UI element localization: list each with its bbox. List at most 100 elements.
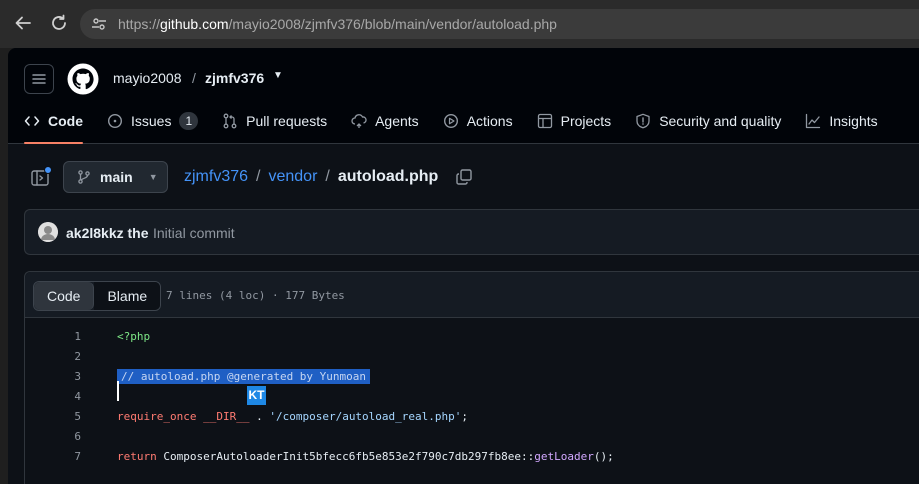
code-line: 4 xyxy=(25,387,919,407)
code-token: (); xyxy=(593,450,614,463)
repo-dropdown-caret-icon[interactable]: ▼ xyxy=(273,70,283,81)
branch-selector-button[interactable]: main ▼ xyxy=(63,161,168,193)
code-token: <?php xyxy=(117,330,151,343)
tab-actions[interactable]: Actions xyxy=(443,106,513,136)
tab-code-label: Code xyxy=(48,113,83,129)
url-text: https://github.com/mayio2008/zjmfv376/bl… xyxy=(118,16,557,32)
breadcrumb-separator: / xyxy=(325,168,330,185)
copy-path-button[interactable] xyxy=(455,168,473,186)
file-stats: 7 lines (4 loc) · 177 Bytes xyxy=(166,289,345,302)
repo-owner-link[interactable]: mayio2008 xyxy=(113,70,182,86)
tab-code[interactable]: Code xyxy=(24,106,83,144)
code-token: __DIR__ xyxy=(203,410,250,423)
tab-agents[interactable]: Agents xyxy=(351,106,419,136)
site-info-icon[interactable] xyxy=(90,15,108,33)
notification-dot xyxy=(44,166,52,174)
breadcrumb-repo-link[interactable]: zjmfv376 xyxy=(184,168,248,186)
tab-security[interactable]: Security and quality xyxy=(635,106,781,136)
tab-issues-label: Issues xyxy=(131,113,172,129)
hamburger-menu-button[interactable] xyxy=(24,64,54,94)
code-icon xyxy=(24,113,40,129)
issues-count-badge: 1 xyxy=(179,112,199,130)
file-viewer-header: Code Blame 7 lines (4 loc) · 177 Bytes xyxy=(25,272,919,318)
avatar[interactable] xyxy=(38,222,58,242)
repo-header: mayio2008 / zjmfv376 ▼ Code Issues 1 Pul… xyxy=(8,48,919,144)
tab-pull-requests[interactable]: Pull requests xyxy=(222,106,327,136)
latest-commit-box: ak2l8kkz the Initial commit xyxy=(24,209,919,255)
tab-pull-requests-label: Pull requests xyxy=(246,113,328,129)
code-line: 7 return ComposerAutoloaderInit5bfecc6fb5… xyxy=(25,447,919,467)
hamburger-icon xyxy=(32,74,46,84)
tab-insights[interactable]: Insights xyxy=(805,106,878,136)
code-line: 2 xyxy=(25,347,919,367)
tab-agents-label: Agents xyxy=(375,113,419,129)
line-content: return ComposerAutoloaderInit5bfecc6fb5e… xyxy=(117,447,614,467)
branch-name: main xyxy=(100,169,133,185)
tab-actions-label: Actions xyxy=(466,113,513,129)
address-bar[interactable]: https://github.com/mayio2008/zjmfv376/bl… xyxy=(80,9,919,39)
code-token: ; xyxy=(461,410,469,423)
blame-view-button[interactable]: Blame xyxy=(94,282,161,310)
code-token: '/composer/autoload_real.php' xyxy=(269,410,462,423)
repo-name-link[interactable]: zjmfv376 xyxy=(205,70,264,86)
commit-message[interactable]: Initial commit xyxy=(153,225,235,241)
tab-projects[interactable]: Projects xyxy=(537,106,612,136)
breadcrumb-separator: / xyxy=(256,168,261,185)
code-token: . xyxy=(249,410,270,423)
url-scheme: https:// xyxy=(118,16,161,32)
line-number[interactable]: 6 xyxy=(25,427,81,447)
line-number[interactable]: 5 xyxy=(25,407,81,427)
code-token: require_once xyxy=(117,410,197,423)
line-number[interactable]: 7 xyxy=(25,447,81,467)
git-branch-icon xyxy=(76,169,92,185)
breadcrumb-file-name: autoload.php xyxy=(337,168,439,185)
code-line: 6 xyxy=(25,427,919,447)
code-view-button[interactable]: Code xyxy=(34,282,95,310)
code-lines[interactable]: 1 <?php 2 3 // autoload.php @generated by Yu… xyxy=(25,319,919,484)
code-blame-toggle: Code Blame xyxy=(33,281,162,311)
line-content: <?php xyxy=(117,327,150,347)
pull-request-icon xyxy=(222,113,238,129)
breadcrumb: zjmfv376 / vendor / autoload.php xyxy=(184,168,438,186)
issue-icon xyxy=(107,113,123,129)
line-number[interactable]: 1 xyxy=(25,327,81,347)
github-logo-icon[interactable] xyxy=(67,63,99,95)
line-number[interactable]: 3 xyxy=(25,367,81,387)
agents-icon xyxy=(351,113,367,129)
file-tree-toggle-button[interactable] xyxy=(30,166,52,188)
code-token: ComposerAutoloaderInit5bfecc6fb5e853e2f7… xyxy=(156,450,535,463)
play-icon xyxy=(443,113,459,129)
breadcrumb-folder-link[interactable]: vendor xyxy=(268,168,317,186)
ime-indicator: KT xyxy=(247,386,266,405)
file-viewer: Code Blame 7 lines (4 loc) · 177 Bytes 1… xyxy=(24,271,919,484)
commit-author[interactable]: ak2l8kkz the xyxy=(66,225,149,241)
url-path: /mayio2008/zjmfv376/blob/main/vendor/aut… xyxy=(228,16,557,32)
code-line: 5 require_once __DIR__ . '/composer/autol… xyxy=(25,407,919,427)
code-token: // autoload.php @generated by Yunmoan xyxy=(117,369,371,384)
back-arrow-icon[interactable] xyxy=(12,12,34,34)
line-number[interactable]: 4 xyxy=(25,387,81,407)
repo-nav-tabs: Code Issues 1 Pull requests Agents Actio… xyxy=(24,106,902,144)
tab-projects-label: Projects xyxy=(560,113,612,129)
github-page: mayio2008 / zjmfv376 ▼ Code Issues 1 Pul… xyxy=(8,48,919,484)
owner-repo-separator: / xyxy=(192,70,196,86)
copy-icon xyxy=(456,169,472,185)
tab-insights-label: Insights xyxy=(829,113,878,129)
line-content: require_once __DIR__ . '/composer/autolo… xyxy=(117,407,468,427)
table-icon xyxy=(537,113,553,129)
user-avatar-icon xyxy=(38,222,58,242)
tab-security-label: Security and quality xyxy=(659,113,782,129)
code-line: 3 // autoload.php @generated by Yunmoan xyxy=(25,367,919,387)
chevron-down-icon: ▼ xyxy=(148,172,158,182)
browser-toolbar: https://github.com/mayio2008/zjmfv376/bl… xyxy=(0,0,919,48)
url-host: github.com xyxy=(160,16,229,32)
tab-issues[interactable]: Issues 1 xyxy=(107,106,199,136)
graph-icon xyxy=(805,113,821,129)
reload-icon[interactable] xyxy=(48,12,70,34)
shield-icon xyxy=(635,113,651,129)
line-number[interactable]: 2 xyxy=(25,347,81,367)
text-cursor xyxy=(117,381,119,401)
code-token: getLoader xyxy=(534,450,594,463)
code-line: 1 <?php xyxy=(25,327,919,347)
code-token: return xyxy=(117,450,157,463)
